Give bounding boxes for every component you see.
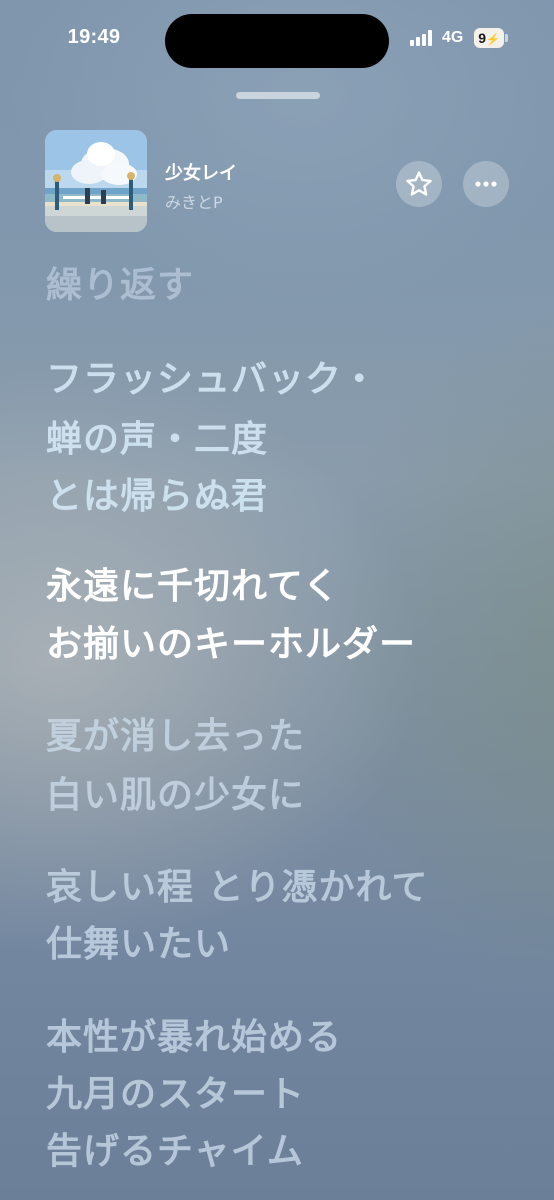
lyric-line[interactable]: 本性が暴れ始める — [46, 1008, 342, 1060]
lyric-line[interactable]: 蝉の声・二度 — [46, 410, 268, 462]
signal-icon — [410, 30, 436, 46]
status-bar: 19:49 4G 9⚡ — [0, 0, 554, 84]
favorite-button[interactable] — [396, 161, 442, 207]
album-art[interactable] — [45, 130, 147, 232]
song-artist[interactable]: みきとP — [165, 189, 223, 213]
lyric-line[interactable]: 告げるチャイム — [46, 1122, 304, 1174]
battery-level: 9 — [478, 30, 487, 46]
battery-charging-icon: 9⚡ — [474, 28, 504, 48]
album-art-summer-sky-icon — [45, 130, 147, 232]
more-button[interactable] — [463, 161, 509, 207]
status-time: 19:49 — [67, 26, 121, 48]
lyric-line[interactable]: 仕舞いたい — [46, 915, 231, 967]
lyric-line[interactable]: 夏が消し去った — [46, 707, 305, 759]
lyric-line[interactable]: 繰り返す — [46, 256, 194, 308]
lyric-line[interactable]: 九月のスタート — [46, 1065, 305, 1117]
dynamic-island — [165, 14, 389, 68]
lyric-line[interactable]: 哀しい程 とり憑かれて — [46, 858, 428, 910]
lyric-line[interactable]: フラッシュバック・ — [46, 350, 378, 402]
ellipsis-icon — [475, 181, 497, 187]
network-label: 4G — [442, 29, 464, 46]
sheet-grabber[interactable] — [236, 92, 320, 99]
star-icon — [406, 171, 432, 196]
lyric-line[interactable]: とは帰らぬ君 — [46, 467, 268, 519]
bolt-icon: ⚡ — [486, 34, 500, 46]
song-title[interactable]: 少女レイ — [165, 159, 237, 185]
lyric-line-current[interactable]: お揃いのキーホルダー — [46, 615, 416, 667]
lyric-line[interactable]: 白い肌の少女に — [46, 766, 305, 818]
lyric-line-current[interactable]: 永遠に千切れてく — [46, 557, 340, 609]
battery-nub — [505, 34, 508, 42]
